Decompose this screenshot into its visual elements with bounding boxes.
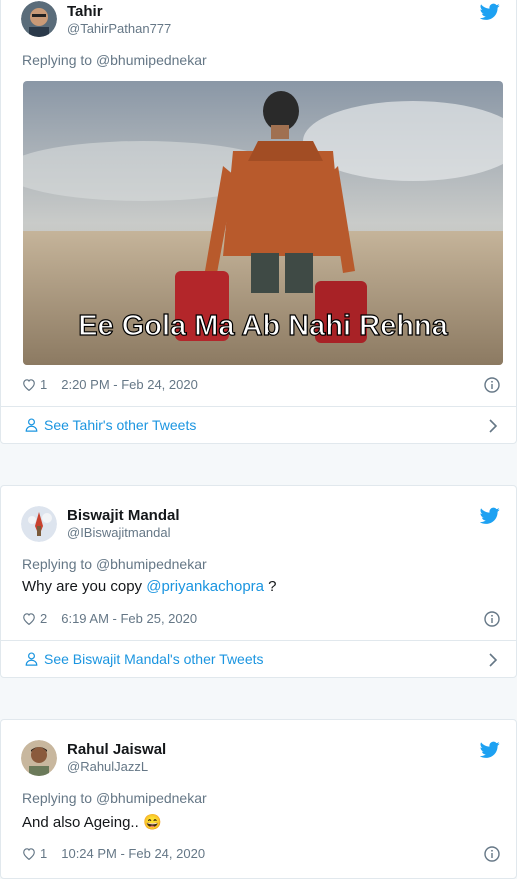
person-icon [25, 652, 38, 666]
heart-icon[interactable] [22, 612, 36, 625]
replying-label: Replying to [22, 556, 93, 572]
like-count[interactable]: 2 [40, 611, 47, 626]
person-icon [25, 418, 38, 432]
like-count[interactable]: 1 [40, 846, 47, 861]
timestamp[interactable]: 6:19 AM - Feb 25, 2020 [61, 611, 197, 626]
tweet-card-1: Tahir @TahirPathan777 Replying to @bhumi… [0, 0, 517, 444]
replying-label: Replying to [22, 790, 93, 806]
user-handle[interactable]: @IBiswajitmandal [67, 525, 171, 540]
tweet-card-3: Rahul Jaiswal @RahulJazzL Replying to @b… [0, 719, 517, 879]
tweet-card-2: Biswajit Mandal @IBiswajitmandal Replyin… [0, 485, 517, 678]
avatar[interactable] [21, 506, 57, 542]
replying-to-handle[interactable]: @bhumipednekar [96, 52, 207, 68]
tweet-text: Why are you copy @priyankachopra ? [22, 578, 277, 595]
replying-to: Replying to @bhumipednekar [22, 556, 207, 572]
avatar[interactable] [21, 740, 57, 776]
image-caption: Ee Gola Ma Ab Nahi Rehna [78, 310, 448, 342]
info-icon[interactable] [484, 377, 500, 393]
emoji: 😄 [142, 814, 162, 831]
heart-icon[interactable] [22, 847, 36, 860]
heart-icon[interactable] [22, 378, 36, 391]
tweet-text-part: ? [264, 578, 277, 595]
twitter-bird-icon[interactable] [480, 3, 500, 21]
replying-to-handle[interactable]: @bhumipednekar [96, 790, 207, 806]
user-handle[interactable]: @TahirPathan777 [67, 21, 171, 36]
tweet-meta: 1 10:24 PM - Feb 24, 2020 [22, 846, 205, 861]
tweet-meta: 2 6:19 AM - Feb 25, 2020 [22, 611, 197, 626]
tweet-text-part: And also Ageing.. [22, 814, 139, 831]
user-name[interactable]: Biswajit Mandal [67, 507, 180, 524]
timestamp[interactable]: 10:24 PM - Feb 24, 2020 [61, 846, 205, 861]
info-icon[interactable] [484, 611, 500, 627]
avatar[interactable] [21, 1, 57, 37]
like-count[interactable]: 1 [40, 377, 47, 392]
tweet-text-part: Why are you copy [22, 578, 147, 595]
see-other-tweets-link[interactable]: See Biswajit Mandal's other Tweets [25, 651, 264, 667]
timestamp[interactable]: 2:20 PM - Feb 24, 2020 [61, 377, 198, 392]
user-name[interactable]: Rahul Jaiswal [67, 741, 166, 758]
user-name[interactable]: Tahir [67, 3, 103, 20]
chevron-right-icon[interactable] [488, 419, 498, 433]
replying-label: Replying to [22, 52, 93, 68]
divider [1, 406, 516, 407]
user-handle[interactable]: @RahulJazzL [67, 759, 148, 774]
replying-to-handle[interactable]: @bhumipednekar [96, 556, 207, 572]
tweet-meta: 1 2:20 PM - Feb 24, 2020 [22, 377, 198, 392]
replying-to: Replying to @bhumipednekar [22, 52, 207, 68]
twitter-bird-icon[interactable] [480, 507, 500, 525]
mention-link[interactable]: @priyankachopra [146, 578, 264, 595]
see-other-tweets-link[interactable]: See Tahir's other Tweets [25, 417, 196, 433]
replying-to: Replying to @bhumipednekar [22, 790, 207, 806]
see-other-tweets-label[interactable]: See Biswajit Mandal's other Tweets [44, 651, 264, 667]
chevron-right-icon[interactable] [488, 653, 498, 667]
info-icon[interactable] [484, 846, 500, 862]
see-other-tweets-label[interactable]: See Tahir's other Tweets [44, 417, 196, 433]
tweet-image[interactable]: Ee Gola Ma Ab Nahi Rehna [23, 81, 503, 365]
divider [1, 640, 516, 641]
twitter-bird-icon[interactable] [480, 741, 500, 759]
tweet-text: And also Ageing.. 😄 [22, 813, 162, 831]
